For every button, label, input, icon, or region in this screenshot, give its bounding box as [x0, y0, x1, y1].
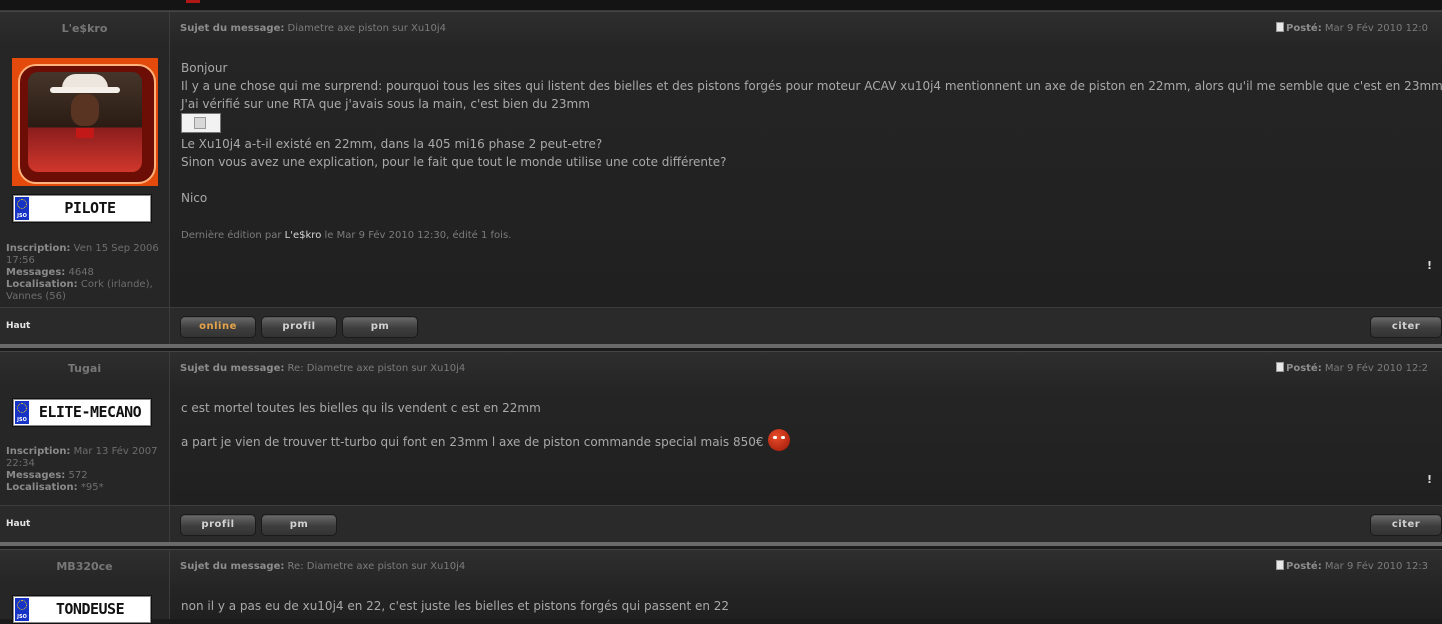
- author-sidebar: JSO ELITE-MECANO Inscription: Mar 13 Fév…: [0, 386, 170, 505]
- edit-user-link[interactable]: L'e$kro: [285, 230, 322, 241]
- post-header: Tugai Sujet du message: Re: Diametre axe…: [0, 351, 1442, 387]
- info-label: Localisation:: [6, 482, 78, 493]
- online-button[interactable]: online: [180, 316, 256, 338]
- quote-button[interactable]: citer: [1370, 514, 1442, 536]
- posted-label: Posté:: [1286, 363, 1322, 374]
- post-author[interactable]: L'e$kro: [0, 12, 170, 46]
- info-value: *95*: [80, 482, 104, 493]
- info-label: Localisation:: [6, 279, 78, 290]
- quote-button[interactable]: citer: [1370, 316, 1442, 338]
- profile-button[interactable]: profil: [180, 514, 256, 536]
- info-label: Messages:: [6, 470, 66, 481]
- doc-icon[interactable]: [1276, 362, 1284, 372]
- top-strip: [0, 0, 1442, 11]
- edit-note: Dernière édition par L'e$kro le Mar 9 Fé…: [181, 230, 512, 241]
- message-text: c est mortel toutes les bielles qu ils v…: [181, 399, 790, 451]
- message-line: a part je vien de trouver tt-turbo qui f…: [181, 435, 764, 449]
- message-line: Nico: [181, 191, 208, 205]
- post-footer: Haut profil pm citer: [0, 505, 1442, 543]
- post-body: non il y a pas eu de xu10j4 en 22, c'est…: [170, 584, 1442, 619]
- posted-label: Posté:: [1286, 561, 1322, 572]
- post-footer: Haut online profil pm citer: [0, 307, 1442, 345]
- eu-flag-icon: JSO: [15, 598, 29, 621]
- post-subject: Sujet du message: Re: Diametre axe pisto…: [180, 550, 465, 584]
- doc-icon[interactable]: [1276, 22, 1284, 32]
- report-icon[interactable]: !: [1427, 259, 1432, 272]
- message-text: Bonjour Il y a une chose qui me surprend…: [181, 59, 1442, 207]
- post-body: c est mortel toutes les bielles qu ils v…: [170, 386, 1442, 505]
- report-icon[interactable]: !: [1427, 473, 1432, 486]
- devil-smiley-icon: [767, 429, 790, 451]
- info-value: 572: [68, 470, 88, 481]
- rank-label: ELITE-MECANO: [38, 403, 142, 421]
- message-line: non il y a pas eu de xu10j4 en 22, c'est…: [181, 599, 730, 613]
- author-info: Inscription: Mar 13 Fév 2007 22:34 Messa…: [6, 446, 164, 494]
- post-body: Bonjour Il y a une chose qui me surprend…: [170, 46, 1442, 307]
- info-label: Messages:: [6, 267, 66, 278]
- profile-button[interactable]: profil: [261, 316, 337, 338]
- subject-text: Re: Diametre axe piston sur Xu10j4: [287, 561, 466, 572]
- top-link[interactable]: Haut: [6, 308, 30, 344]
- message-line: Il y a une chose qui me surprend: pourqu…: [181, 79, 1442, 93]
- post-author[interactable]: Tugai: [0, 352, 170, 386]
- pm-button[interactable]: pm: [342, 316, 418, 338]
- posted-label: Posté:: [1286, 23, 1322, 34]
- post-author[interactable]: MB320ce: [0, 550, 170, 584]
- info-label: Inscription:: [6, 446, 71, 457]
- message-line: Sinon vous avez une explication, pour le…: [181, 155, 727, 169]
- subject-label: Sujet du message:: [180, 363, 285, 374]
- broken-image-icon[interactable]: [181, 113, 221, 133]
- message-line: J'ai vérifié sur une RTA que j'avais sou…: [181, 97, 590, 111]
- post-subject: Sujet du message: Re: Diametre axe pisto…: [180, 352, 465, 386]
- eu-flag-icon: JSO: [15, 401, 29, 424]
- post-separator: [0, 344, 1442, 348]
- post-header: MB320ce Sujet du message: Re: Diametre a…: [0, 549, 1442, 585]
- doc-icon[interactable]: [1276, 560, 1284, 570]
- message-text: non il y a pas eu de xu10j4 en 22, c'est…: [181, 597, 729, 615]
- subject-text: Diametre axe piston sur Xu10j4: [287, 23, 447, 34]
- author-info: Inscription: Ven 15 Sep 2006 17:56 Messa…: [6, 243, 164, 303]
- post-date: Posté: Mar 9 Fév 2010 12:0: [1276, 12, 1428, 46]
- pm-button[interactable]: pm: [261, 514, 337, 536]
- post-subject: Sujet du message: Diametre axe piston su…: [180, 12, 446, 46]
- message-line: c est mortel toutes les bielles qu ils v…: [181, 401, 541, 415]
- rank-label: PILOTE: [64, 199, 116, 217]
- posted-text: Mar 9 Fév 2010 12:0: [1324, 23, 1429, 34]
- post-header: L'e$kro Sujet du message: Diametre axe p…: [0, 11, 1442, 47]
- post-date: Posté: Mar 9 Fév 2010 12:3: [1276, 550, 1428, 584]
- subject-text: Re: Diametre axe piston sur Xu10j4: [287, 363, 466, 374]
- info-label: Inscription:: [6, 243, 71, 254]
- eu-flag-icon: JSO: [15, 197, 29, 220]
- rank-plate: JSO TONDEUSE: [12, 595, 152, 624]
- message-line: Bonjour: [181, 61, 228, 75]
- posted-text: Mar 9 Fév 2010 12:3: [1324, 561, 1429, 572]
- avatar: [12, 58, 158, 186]
- rank-plate: JSO PILOTE: [12, 194, 152, 223]
- author-sidebar: JSO PILOTE Inscription: Ven 15 Sep 2006 …: [0, 46, 170, 307]
- red-marker: [186, 0, 200, 3]
- message-line: Le Xu10j4 a-t-il existé en 22mm, dans la…: [181, 137, 603, 151]
- info-value: 4648: [68, 267, 94, 278]
- post-separator: [0, 542, 1442, 546]
- author-sidebar: JSO TONDEUSE: [0, 584, 170, 624]
- posted-text: Mar 9 Fév 2010 12:2: [1324, 363, 1429, 374]
- rank-plate: JSO ELITE-MECANO: [12, 398, 152, 427]
- subject-label: Sujet du message:: [180, 561, 285, 572]
- subject-label: Sujet du message:: [180, 23, 285, 34]
- post-date: Posté: Mar 9 Fév 2010 12:2: [1276, 352, 1428, 386]
- top-link[interactable]: Haut: [6, 506, 30, 542]
